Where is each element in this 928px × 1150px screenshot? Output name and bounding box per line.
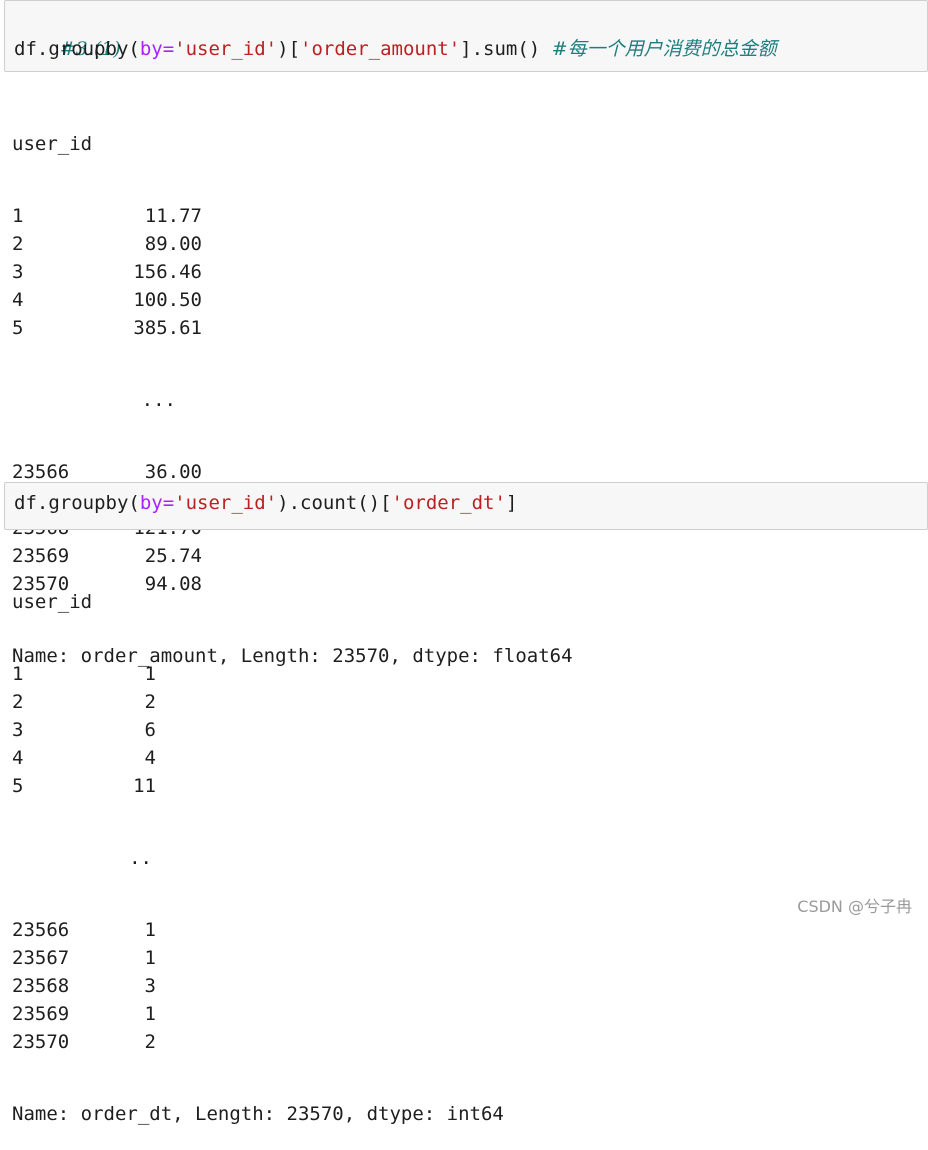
- output-header: user_id: [12, 133, 93, 155]
- code-cell-2[interactable]: df.groupby(by='user_id').count()['order_…: [4, 482, 928, 530]
- code-line-comment: #3.(1): [14, 7, 918, 60]
- series-row: 23568 3: [12, 972, 504, 1000]
- row-value: 4: [144, 747, 156, 769]
- code-keyword: by=: [139, 492, 175, 514]
- series-row: 11: [12, 660, 504, 688]
- row-index: 4: [12, 747, 24, 769]
- row-index: 3: [12, 719, 24, 741]
- row-index: 23567: [12, 947, 70, 969]
- row-value: 100.50: [133, 289, 202, 311]
- row-value: 1: [144, 947, 156, 969]
- row-value: 1: [144, 663, 156, 685]
- code-token: ].sum(): [460, 38, 552, 60]
- code-cell-1[interactable]: #3.(1) df.groupby(by='user_id')['order_a…: [4, 0, 928, 72]
- code-line-groupby-sum: df.groupby(by='user_id')['order_amount']…: [14, 35, 918, 63]
- code-token: ]: [505, 492, 518, 514]
- row-index: 1: [12, 663, 24, 685]
- row-value: 6: [144, 719, 156, 741]
- row-value: 89.00: [144, 233, 202, 255]
- row-index: 23570: [12, 1031, 70, 1053]
- code-string: 'order_amount': [300, 38, 461, 60]
- series-row: 23566 1: [12, 916, 504, 944]
- output-ellipsis: ..: [12, 844, 504, 872]
- series-row: 23567 1: [12, 944, 504, 972]
- ellipsis-text: ..: [129, 847, 152, 869]
- series-row: 5 385.61: [12, 314, 573, 342]
- code-token: )[: [277, 38, 301, 60]
- code-token: df.groupby(: [14, 38, 140, 60]
- row-index: 1: [12, 205, 24, 227]
- output-ellipsis: ...: [12, 386, 573, 414]
- series-row: 3 156.46: [12, 258, 573, 286]
- row-value: 11.77: [144, 205, 202, 227]
- series-row: 22: [12, 688, 504, 716]
- watermark: CSDN @兮子冉: [797, 897, 912, 916]
- output-2: user_id 1 1 2 2 3 6 4 4 5 11 .. 23566 1 23567 1 23568…: [12, 544, 504, 1150]
- row-value: 385.61: [133, 317, 202, 339]
- code-string: 'user_id': [174, 38, 278, 60]
- code-keyword: by=: [139, 38, 175, 60]
- code-token: ).count()[: [277, 492, 392, 514]
- output-footer: Name: order_dt, Length: 23570, dtype: in…: [12, 1103, 504, 1125]
- row-value: 11: [133, 775, 156, 797]
- code-token: df.groupby(: [14, 492, 140, 514]
- output-header: user_id: [12, 591, 93, 613]
- series-row: 4 100.50: [12, 286, 573, 314]
- series-row: 23570 2: [12, 1028, 504, 1056]
- row-value: 1: [144, 1003, 156, 1025]
- row-index: 23566: [12, 919, 70, 941]
- row-index: 4: [12, 289, 24, 311]
- row-index: 2: [12, 233, 24, 255]
- series-row: 23569 1: [12, 1000, 504, 1028]
- series-row: 36: [12, 716, 504, 744]
- code-string: 'user_id': [174, 492, 278, 514]
- row-index: 2: [12, 691, 24, 713]
- row-index: 5: [12, 775, 24, 797]
- row-index: 5: [12, 317, 24, 339]
- row-index: 23568: [12, 975, 70, 997]
- row-value: 2: [144, 1031, 156, 1053]
- series-row: 5 11: [12, 772, 504, 800]
- code-comment: #每一个用户消费的总金额: [551, 38, 777, 60]
- row-value: 3: [144, 975, 156, 997]
- code-line-groupby-count: df.groupby(by='user_id').count()['order_…: [14, 489, 918, 517]
- row-value: 156.46: [133, 261, 202, 283]
- row-value: 2: [144, 691, 156, 713]
- row-index: 23569: [12, 1003, 70, 1025]
- series-row: 2 89.00: [12, 230, 573, 258]
- series-row: 1 11.77: [12, 202, 573, 230]
- row-index: 3: [12, 261, 24, 283]
- series-row: 44: [12, 744, 504, 772]
- row-value: 1: [144, 919, 156, 941]
- ellipsis-text: ...: [141, 389, 176, 411]
- code-string: 'order_dt': [391, 492, 506, 514]
